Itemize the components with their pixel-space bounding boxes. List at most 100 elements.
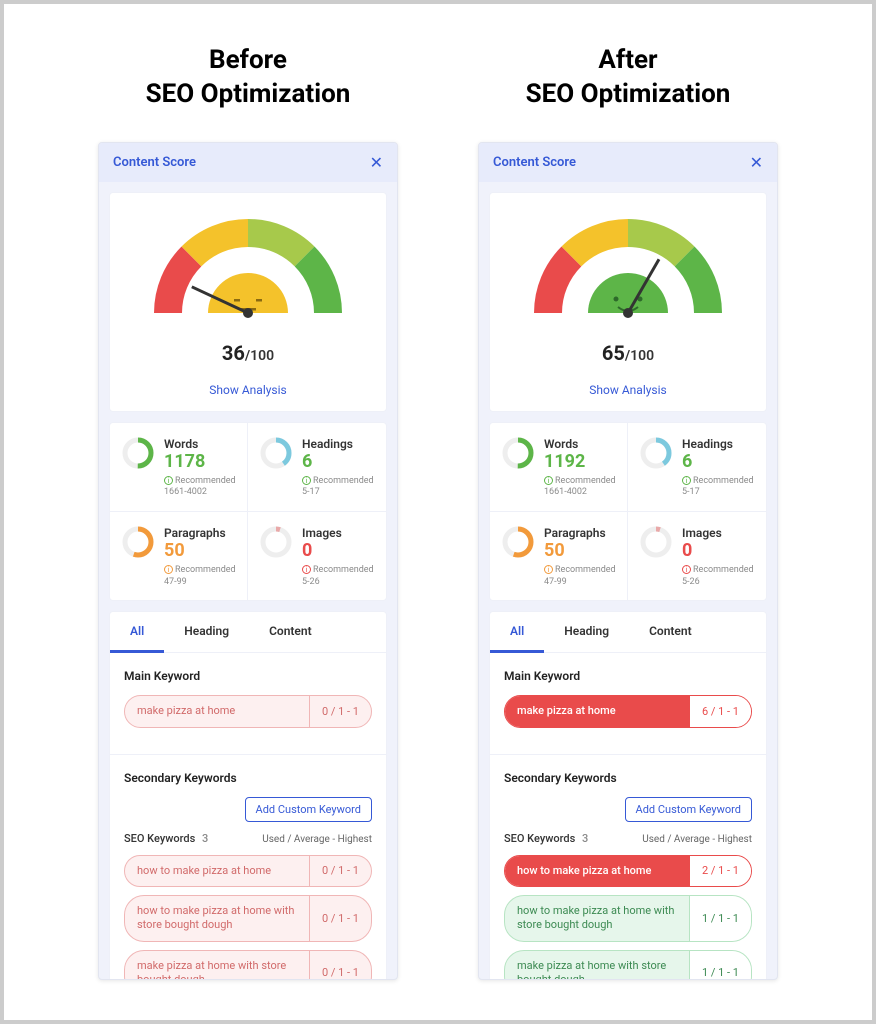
stat-images: Images 0 iRecommended5-26 xyxy=(248,512,386,600)
stat-words: Words 1192 iRecommended1661-4002 xyxy=(490,423,628,512)
stat-recommended: iRecommended1661-4002 xyxy=(164,476,239,499)
secondary-keyword-section: Secondary Keywords Add Custom Keyword SE… xyxy=(490,754,766,980)
seo-keywords-header: SEO Keywords 3 Used / Average - Highest xyxy=(504,832,752,845)
main-keyword-label: Main Keyword xyxy=(504,669,752,683)
stat-value: 1192 xyxy=(544,451,619,472)
tabs: All Heading Content xyxy=(490,612,766,653)
panel-header: Content Score ✕ xyxy=(479,143,777,182)
keyword-pill[interactable]: how to make pizza at home 2 / 1 - 1 xyxy=(504,855,752,887)
gauge-before xyxy=(148,213,348,333)
stat-label: Headings xyxy=(682,437,758,451)
stat-value: 50 xyxy=(544,540,619,561)
keyword-stat: 1 / 1 - 1 xyxy=(689,951,751,980)
keyword-stat: 2 / 1 - 1 xyxy=(689,856,751,886)
stat-label: Headings xyxy=(302,437,378,451)
tab-content[interactable]: Content xyxy=(249,612,332,652)
stat-recommended: iRecommended47-99 xyxy=(164,565,239,588)
keyword-text: how to make pizza at home xyxy=(125,856,309,886)
score-number: 65 xyxy=(602,341,625,365)
keyword-stat: 0 / 1 - 1 xyxy=(309,856,371,886)
stat-value: 1178 xyxy=(164,451,239,472)
keyword-stat: 6 / 1 - 1 xyxy=(689,696,751,726)
keyword-pill[interactable]: how to make pizza at home with store bou… xyxy=(504,895,752,942)
keyword-pill[interactable]: make pizza at home 6 / 1 - 1 xyxy=(504,695,752,727)
stats-grid: Words 1192 iRecommended1661-4002 Heading… xyxy=(489,422,767,602)
seo-keywords-header: SEO Keywords 3 Used / Average - Highest xyxy=(124,832,372,845)
stat-recommended: iRecommended47-99 xyxy=(544,565,619,588)
stat-label: Paragraphs xyxy=(164,526,239,540)
keywords-card: All Heading Content Main Keyword make pi… xyxy=(489,611,767,980)
secondary-keyword-label: Secondary Keywords xyxy=(504,771,752,785)
after-title: After SEO Optimization xyxy=(526,44,731,112)
stat-value: 6 xyxy=(682,451,758,472)
stat-label: Images xyxy=(682,526,758,540)
panel-header: Content Score ✕ xyxy=(99,143,397,182)
keyword-pill[interactable]: make pizza at home 0 / 1 - 1 xyxy=(124,695,372,727)
keyword-text: how to make pizza at home xyxy=(505,856,689,886)
add-keyword-row: Add Custom Keyword xyxy=(504,797,752,822)
keyword-pill[interactable]: how to make pizza at home with store bou… xyxy=(124,895,372,942)
stat-label: Images xyxy=(302,526,378,540)
stat-paragraphs: Paragraphs 50 iRecommended47-99 xyxy=(110,512,248,600)
stat-images: Images 0 iRecommended5-26 xyxy=(628,512,766,600)
tab-heading[interactable]: Heading xyxy=(544,612,629,652)
secondary-keyword-list: how to make pizza at home 2 / 1 - 1 how … xyxy=(504,855,752,980)
secondary-keyword-label: Secondary Keywords xyxy=(124,771,372,785)
seo-keywords-label: SEO Keywords 3 xyxy=(504,832,588,845)
keyword-pill[interactable]: make pizza at home with store bought dou… xyxy=(124,950,372,980)
panel-title: Content Score xyxy=(113,155,196,170)
secondary-keyword-list: how to make pizza at home 0 / 1 - 1 how … xyxy=(124,855,372,980)
stat-recommended: iRecommended5-17 xyxy=(302,476,378,499)
keyword-stat: 0 / 1 - 1 xyxy=(309,896,371,941)
add-keyword-row: Add Custom Keyword xyxy=(124,797,372,822)
before-column: Before SEO Optimization Content Score ✕ … xyxy=(88,44,408,980)
stat-label: Paragraphs xyxy=(544,526,619,540)
keywords-card: All Heading Content Main Keyword make pi… xyxy=(109,611,387,980)
keyword-text: make pizza at home with store bought dou… xyxy=(125,951,309,980)
stat-recommended: iRecommended1661-4002 xyxy=(544,476,619,499)
stat-value: 50 xyxy=(164,540,239,561)
add-custom-keyword-button[interactable]: Add Custom Keyword xyxy=(625,797,752,822)
stat-recommended: iRecommended5-17 xyxy=(682,476,758,499)
before-panel: Content Score ✕ 36/100 Show Analysis Wor… xyxy=(98,142,398,980)
tab-all[interactable]: All xyxy=(110,612,164,653)
show-analysis-link[interactable]: Show Analysis xyxy=(502,383,754,397)
score-denom: /100 xyxy=(625,348,654,364)
keyword-stat: 0 / 1 - 1 xyxy=(309,696,371,726)
comparison-container: Before SEO Optimization Content Score ✕ … xyxy=(0,0,876,1024)
stat-label: Words xyxy=(164,437,239,451)
close-icon[interactable]: ✕ xyxy=(750,153,763,172)
show-analysis-link[interactable]: Show Analysis xyxy=(122,383,374,397)
main-keyword-section: Main Keyword make pizza at home 6 / 1 - … xyxy=(490,653,766,753)
seo-keywords-label: SEO Keywords 3 xyxy=(124,832,208,845)
keyword-stat: 0 / 1 - 1 xyxy=(309,951,371,980)
add-custom-keyword-button[interactable]: Add Custom Keyword xyxy=(245,797,372,822)
seo-keywords-legend: Used / Average - Highest xyxy=(262,834,372,845)
gauge-after xyxy=(528,213,728,333)
panel-title: Content Score xyxy=(493,155,576,170)
main-keyword-pill: make pizza at home 6 / 1 - 1 xyxy=(504,695,752,727)
secondary-keyword-section: Secondary Keywords Add Custom Keyword SE… xyxy=(110,754,386,980)
stat-paragraphs: Paragraphs 50 iRecommended47-99 xyxy=(490,512,628,600)
keyword-pill[interactable]: how to make pizza at home 0 / 1 - 1 xyxy=(124,855,372,887)
main-keyword-section: Main Keyword make pizza at home 0 / 1 - … xyxy=(110,653,386,753)
keyword-text: make pizza at home xyxy=(505,696,689,726)
score-card: 65/100 Show Analysis xyxy=(489,192,767,412)
score-denom: /100 xyxy=(245,348,274,364)
tab-all[interactable]: All xyxy=(490,612,544,653)
keyword-pill[interactable]: make pizza at home with store bought dou… xyxy=(504,950,752,980)
keyword-text: how to make pizza at home with store bou… xyxy=(505,896,689,941)
main-keyword-pill: make pizza at home 0 / 1 - 1 xyxy=(124,695,372,727)
tabs: All Heading Content xyxy=(110,612,386,653)
stat-label: Words xyxy=(544,437,619,451)
close-icon[interactable]: ✕ xyxy=(370,153,383,172)
tab-heading[interactable]: Heading xyxy=(164,612,249,652)
keyword-stat: 1 / 1 - 1 xyxy=(689,896,751,941)
keyword-text: make pizza at home with store bought dou… xyxy=(505,951,689,980)
score-number: 36 xyxy=(222,341,245,365)
stat-headings: Headings 6 iRecommended5-17 xyxy=(628,423,766,512)
stat-recommended: iRecommended5-26 xyxy=(682,565,758,588)
tab-content[interactable]: Content xyxy=(629,612,712,652)
stat-headings: Headings 6 iRecommended5-17 xyxy=(248,423,386,512)
stat-recommended: iRecommended5-26 xyxy=(302,565,378,588)
